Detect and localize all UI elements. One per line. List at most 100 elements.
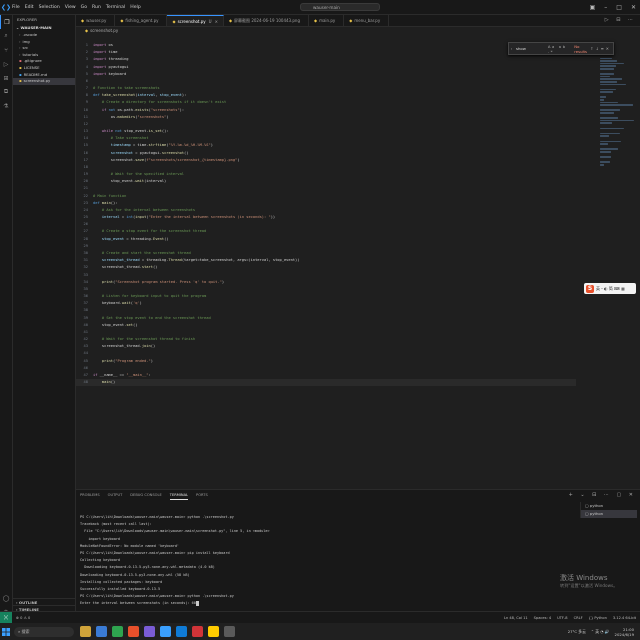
editor-tab[interactable]: ◆ screenshot.py U ×: [167, 15, 224, 26]
editor-tab[interactable]: ◆ fishing_agent.py: [115, 15, 168, 26]
weather-widget[interactable]: 27°C 多云: [568, 629, 586, 635]
search-icon[interactable]: ⌕: [0, 29, 12, 43]
taskbar-app-icon[interactable]: [208, 626, 219, 637]
line-number: 23: [83, 200, 88, 205]
tray-icons[interactable]: ⌃ 英 ◔ 🔊: [591, 629, 610, 635]
tree-item[interactable]: › tutorials: [13, 52, 75, 59]
menu-item-run[interactable]: Run: [92, 5, 101, 10]
panel-tab-ports[interactable]: PORTS: [196, 490, 208, 500]
status-item[interactable]: 3.12.4 64-bit: [613, 616, 636, 620]
code-token: input: [135, 215, 147, 220]
terminal-instance-label: python: [589, 503, 604, 508]
taskbar-app-icon[interactable]: [128, 626, 139, 637]
code-token: is_set: [148, 129, 162, 134]
tree-item[interactable]: ▪ README.md: [13, 72, 75, 79]
close-button[interactable]: ✕: [631, 4, 636, 11]
taskbar-app-icon[interactable]: [176, 626, 187, 637]
find-input[interactable]: show: [514, 46, 548, 51]
editor-tab[interactable]: ◆ wauser.py: [76, 15, 116, 26]
menu-item-file[interactable]: File: [12, 5, 20, 10]
editor-tab[interactable]: ◆ menu_bar.py: [344, 15, 390, 26]
taskbar-app-icon[interactable]: [192, 626, 203, 637]
code-text: import keyboard: [93, 71, 126, 78]
command-center-search[interactable]: wauser-main: [300, 3, 380, 11]
taskbar-app-icon[interactable]: [96, 626, 107, 637]
status-item[interactable]: CRLF: [574, 616, 583, 620]
panel-tab-terminal[interactable]: TERMINAL: [169, 490, 189, 500]
menu-item-view[interactable]: View: [65, 5, 76, 10]
status-item[interactable]: Spaces: 4: [534, 616, 551, 620]
tree-item[interactable]: ▪ screenshot.py: [13, 78, 75, 85]
source-control-icon[interactable]: ⑂: [0, 43, 12, 57]
editor-tab[interactable]: ◆ main.py: [309, 15, 345, 26]
windows-start-icon[interactable]: [0, 623, 12, 640]
code-token: ): [166, 114, 169, 119]
code-text: main(): [93, 379, 115, 386]
status-item[interactable]: {} Python: [589, 616, 607, 620]
menu-item-go[interactable]: Go: [81, 5, 87, 10]
clock[interactable]: 21:00 2024/6/19: [615, 627, 634, 637]
remote-explorer-icon[interactable]: ⧉: [0, 85, 12, 99]
testing-icon[interactable]: ⚗: [0, 99, 12, 113]
project-folder[interactable]: ⌄ WAUSER-MAIN: [13, 24, 75, 32]
line-number: 3: [85, 57, 88, 62]
tab-close-icon[interactable]: ×: [215, 19, 218, 24]
panel-actions[interactable]: + ⌄ ⊟ ⋯ ▢ ✕: [569, 490, 640, 500]
minimize-button[interactable]: –: [604, 4, 607, 11]
ime-toolbar[interactable]: S 英・◐ 简 ⌨ ▦: [584, 283, 636, 294]
tree-item[interactable]: › img: [13, 39, 75, 46]
editor-tab[interactable]: ◆ 屏幕截图 2024-06-19 100443.png: [224, 15, 309, 26]
line-number: 47: [83, 372, 88, 377]
status-item[interactable]: Ln 48, Col 11: [504, 616, 528, 620]
chevron-right-icon: ›: [19, 32, 21, 37]
code-line: 25 interval = int(input("Enter the inter…: [76, 214, 576, 221]
problems-count[interactable]: ⊗ 0 ⚠ 0: [16, 616, 30, 620]
code-editor[interactable]: 1 import os 2 import time 3 import threading 4…: [76, 42, 576, 446]
menu-bar: File Edit Selection View Go Run Terminal Help: [12, 5, 146, 10]
terminal-instance[interactable]: ▢ python: [581, 502, 637, 510]
tree-item[interactable]: › .vscode: [13, 32, 75, 39]
tree-item[interactable]: ▪ LICENSE: [13, 65, 75, 72]
terminal-instance[interactable]: ▢ python: [581, 510, 637, 518]
taskbar-app-icon[interactable]: [224, 626, 235, 637]
outline-section[interactable]: › OUTLINE: [13, 598, 75, 605]
taskbar-search[interactable]: ⌕ 搜索: [14, 626, 74, 637]
code-line: 4 import pyautogui: [76, 64, 576, 71]
panel-tab-debug-console[interactable]: DEBUG CONSOLE: [130, 490, 161, 500]
code-line: 40 stop_event.set(): [76, 322, 576, 329]
code-token: __name__ ==: [97, 372, 127, 377]
extensions-icon[interactable]: ⊞: [0, 71, 12, 85]
menu-item-terminal[interactable]: Terminal: [106, 5, 125, 10]
taskbar-app-icon[interactable]: [112, 626, 123, 637]
menu-item-selection[interactable]: Selection: [39, 5, 60, 10]
code-text: # Take screenshot: [93, 135, 149, 142]
terminal-output[interactable]: PS C:\Users\lih\Downloads\wauser-main\wa…: [80, 514, 580, 607]
tree-item[interactable]: › src: [13, 45, 75, 52]
status-item[interactable]: UTF-8: [557, 616, 567, 620]
run-debug-icon[interactable]: ▷: [0, 57, 12, 71]
tree-item[interactable]: ▪ .gitignore: [13, 58, 75, 65]
find-nav-buttons[interactable]: ↑↓≡✕: [590, 46, 613, 51]
code-token: (interval): [144, 179, 167, 184]
tree-item-label: README.md: [23, 71, 48, 77]
editor-actions[interactable]: ▷ ⊟ ⋯: [605, 15, 636, 26]
code-token: join: [141, 344, 151, 349]
code-token: take_screenshot: [101, 93, 136, 98]
menu-item-help[interactable]: Help: [130, 5, 140, 10]
panel-tab-output[interactable]: OUTPUT: [108, 490, 123, 500]
layout-icon[interactable]: ▣: [590, 4, 596, 11]
menu-item-edit[interactable]: Edit: [25, 5, 34, 10]
breadcrumb[interactable]: ◆ screenshot.py: [76, 27, 640, 35]
find-options[interactable]: Aa ab .*: [548, 44, 571, 54]
taskbar-app-icon[interactable]: [144, 626, 155, 637]
account-icon[interactable]: ◯: [0, 591, 12, 605]
panel-tab-problems[interactable]: PROBLEMS: [80, 490, 100, 500]
line-number: 30: [83, 250, 88, 255]
code-token: # Wait for the specified interval: [93, 172, 185, 177]
explorer-icon[interactable]: ❐: [0, 15, 13, 29]
maximize-button[interactable]: □: [616, 4, 622, 11]
line-number: 15: [83, 143, 88, 148]
code-line: 41: [76, 329, 576, 336]
taskbar-app-icon[interactable]: [80, 626, 91, 637]
taskbar-app-icon[interactable]: [160, 626, 171, 637]
